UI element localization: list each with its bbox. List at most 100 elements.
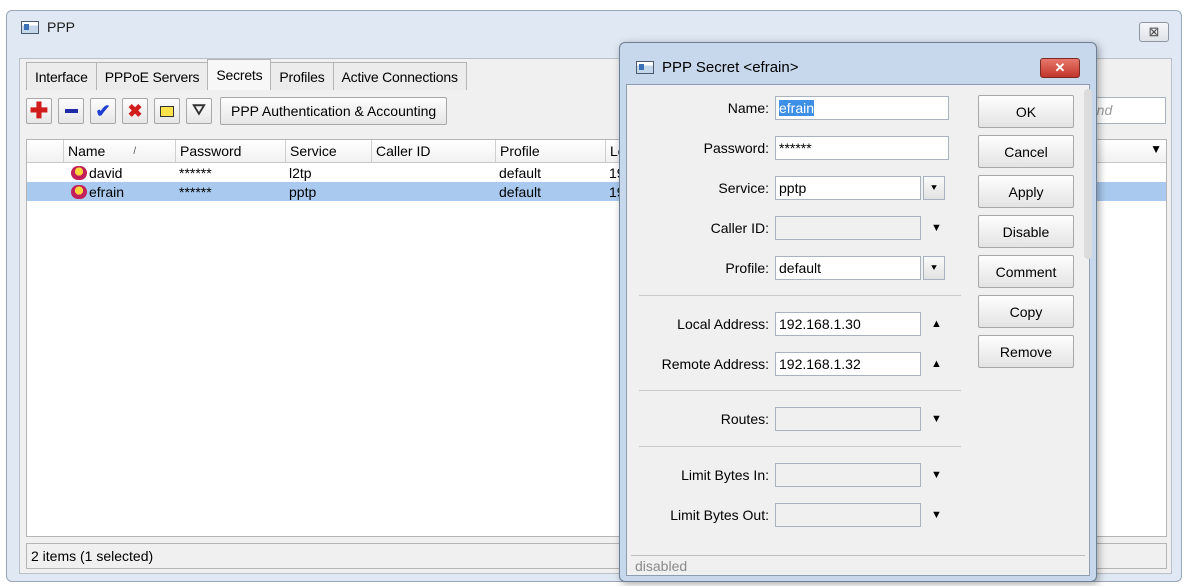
tab-profiles[interactable]: Profiles [270,62,334,90]
limit-bytes-in-row: Limit Bytes In: ▼ [631,462,967,488]
row-password-cell: ****** [179,164,212,181]
row-service-cell: l2tp [289,164,312,181]
service-dropdown-button[interactable]: ⯆ [923,176,945,200]
window-icon [21,20,39,34]
cancel-button[interactable]: Cancel [978,135,1074,168]
remote-address-row: Remote Address: 192.168.1.32 ▲ [631,351,967,377]
profile-row: Profile: default ⯆ [631,255,967,281]
local-address-row: Local Address: 192.168.1.30 ▲ [631,311,967,337]
filter-icon: ⛛ [192,102,206,119]
user-icon [71,184,87,199]
sort-indicator-icon: / [133,145,137,157]
column-header-caller-id[interactable]: Caller ID [371,140,495,162]
row-service-cell: pptp [289,183,317,200]
profile-select[interactable]: default [775,256,921,280]
tab-active-connections[interactable]: Active Connections [332,62,467,90]
disable-button[interactable]: Disable [978,215,1074,248]
limit-bytes-out-expand-icon[interactable]: ▼ [931,509,942,521]
comment-button[interactable]: Comment [978,255,1074,288]
local-address-label: Local Address: [677,316,769,332]
apply-button[interactable]: Apply [978,175,1074,208]
routes-field[interactable] [775,407,921,431]
note-icon [160,105,174,117]
dropdown-icon: ⯆ [930,262,938,274]
ppp-secret-dialog: PPP Secret <efrain> ✕ Name: efrain Passw… [619,42,1097,582]
row-name-cell: david [67,163,175,182]
limit-bytes-out-field[interactable] [775,503,921,527]
caller-id-row: Caller ID: ▼ [631,215,967,241]
password-label: Password: [703,140,769,156]
row-caller-id-cell [371,163,495,182]
tab-bar: Interface PPPoE Servers Secrets Profiles… [26,59,467,90]
limit-bytes-in-field[interactable] [775,463,921,487]
dialog-scrollbar[interactable] [1084,89,1092,259]
close-icon: ⊠ [1148,24,1160,39]
ok-button[interactable]: OK [978,95,1074,128]
name-field[interactable]: efrain [775,96,949,120]
service-label: Service: [718,180,769,196]
dialog-title: PPP Secret <efrain> [662,59,799,76]
routes-label: Routes: [720,411,769,427]
routes-row: Routes: ▼ [631,406,967,432]
status-text: 2 items (1 selected) [31,548,154,564]
local-address-collapse-icon[interactable]: ▲ [931,318,942,330]
plus-icon: ✚ [29,98,49,123]
separator [639,295,961,296]
column-header-password[interactable]: Password [175,140,285,162]
dialog-button-column: OK Cancel Apply Disable Comment Copy Rem… [978,95,1074,375]
name-label: Name: [727,100,769,116]
remove-button[interactable] [58,98,84,124]
tab-pppoe-servers[interactable]: PPPoE Servers [95,62,209,90]
filter-button[interactable]: ⛛ [186,98,212,124]
limit-bytes-in-label: Limit Bytes In: [681,467,769,483]
local-address-field[interactable]: 192.168.1.30 [775,312,921,336]
column-chooser-icon[interactable]: ▼ [1150,142,1162,156]
routes-expand-icon[interactable]: ▼ [931,413,942,425]
cross-icon: ✖ [127,101,143,121]
dialog-title-bar: PPP Secret <efrain> [636,59,798,76]
row-password-cell: ****** [179,183,212,200]
profile-label: Profile: [725,260,769,276]
separator [639,390,961,391]
limit-bytes-in-expand-icon[interactable]: ▼ [931,469,942,481]
password-row: Password: ****** [631,135,967,161]
column-header-service[interactable]: Service [285,140,371,162]
column-header-profile[interactable]: Profile [495,140,605,162]
copy-button[interactable]: Copy [978,295,1074,328]
remote-address-label: Remote Address: [661,356,769,372]
caller-id-label: Caller ID: [710,220,769,236]
caller-id-expand-icon[interactable]: ▼ [931,222,942,234]
ppp-auth-accounting-button[interactable]: PPP Authentication & Accounting [220,97,448,125]
check-icon: ✔ [95,101,111,121]
disable-button[interactable]: ✖ [122,98,148,124]
remove-button[interactable]: Remove [978,335,1074,368]
minus-icon [64,109,78,113]
enable-button[interactable]: ✔ [90,98,116,124]
caller-id-field[interactable] [775,216,921,240]
dialog-status-text: disabled [635,558,688,574]
dialog-client-area: Name: efrain Password: ****** Service: p… [626,84,1092,577]
row-profile-cell: default [499,183,542,200]
close-icon: ✕ [1054,60,1066,75]
comment-button[interactable] [154,98,180,124]
profile-dropdown-button[interactable]: ⯆ [923,256,945,280]
remote-address-collapse-icon[interactable]: ▲ [931,358,942,370]
tab-interface[interactable]: Interface [26,62,97,90]
add-button[interactable]: ✚ [26,98,52,124]
name-row: Name: efrain [631,95,967,121]
service-select[interactable]: pptp [775,176,921,200]
row-caller-id-cell [371,182,495,201]
remote-address-field[interactable]: 192.168.1.32 [775,352,921,376]
limit-bytes-out-row: Limit Bytes Out: ▼ [631,502,967,528]
dialog-close-button[interactable]: ✕ [1040,58,1080,78]
window-title-bar: PPP [21,19,75,35]
close-window-button[interactable]: ⊠ [1139,22,1169,42]
dropdown-icon: ⯆ [930,182,938,194]
toolbar: ✚ ✔ ✖ ⛛ PPP Authentication & Accounting [26,97,448,125]
column-header-name[interactable]: Name / [63,140,175,162]
row-name-cell: efrain [67,182,175,201]
dialog-status-bar: disabled [631,555,1085,577]
dialog-icon [636,61,654,74]
password-field[interactable]: ****** [775,136,949,160]
tab-secrets[interactable]: Secrets [207,59,272,90]
